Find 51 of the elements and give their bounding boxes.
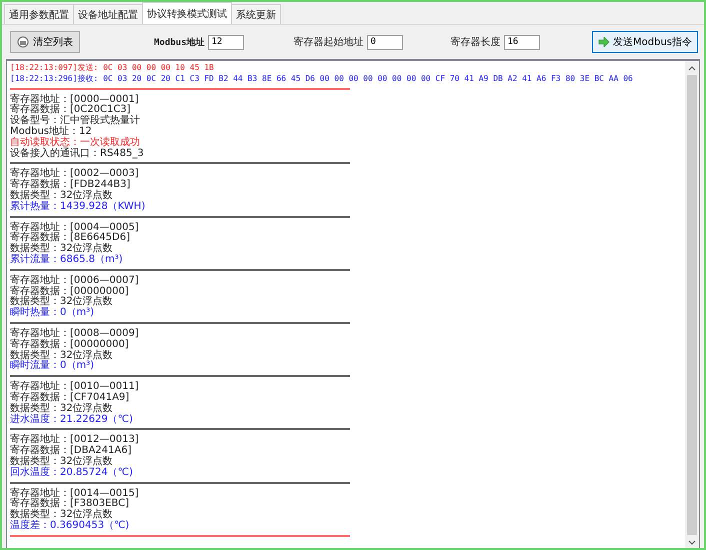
log-line: 进水温度：21.22629（℃): [10, 414, 134, 426]
log-line: 寄存器数据：[0C20C1C3]: [10, 105, 131, 116]
log-line: 累计流量：6865.8（m³): [10, 254, 124, 266]
clear-list-button[interactable]: 清空列表: [10, 31, 80, 53]
log-line: 数据类型：32位浮点数: [10, 456, 114, 467]
scrollbar[interactable]: [685, 61, 699, 548]
log-line: 数据类型：32位浮点数: [10, 510, 114, 520]
log-line: 寄存器数据：[8E6645D6]: [10, 233, 131, 244]
log-line: 寄存器地址：[0010—0011]: [10, 382, 140, 392]
field-label: 寄存器起始地址: [294, 36, 364, 49]
log-line: 寄存器数据：[00000000]: [10, 340, 130, 350]
log-line: 回水温度：20.85724（℃): [10, 468, 134, 478]
log-line: 瞬时流量：0（m³): [10, 361, 96, 372]
modbus-address-field[interactable]: 12: [208, 34, 244, 50]
log-line: 瞬时热量：0（m³): [10, 308, 96, 319]
log-line: 寄存器地址：[0008—0009]: [10, 328, 140, 339]
tab[interactable]: 协议转换模式测试: [142, 2, 232, 24]
log-line: 寄存器地址：[0002—0003]: [10, 169, 140, 180]
register-length-field[interactable]: 16: [504, 34, 540, 50]
log-line: 数据类型：32位浮点数: [10, 244, 113, 254]
log-line: 寄存器地址：[0012—0013]: [10, 435, 140, 446]
log-line: Modbus地址：12: [10, 126, 93, 137]
log-line: 寄存器数据：[F3803EBC]: [10, 499, 130, 510]
send-command-button[interactable]: 发送Modbus指令: [592, 31, 698, 53]
arrow-icon: [598, 37, 610, 47]
field-label: Modbus地址: [154, 36, 205, 48]
log-line: 寄存器数据：[FDB244B3]: [10, 180, 132, 190]
log-line: 数据类型：32位浮点数: [10, 190, 114, 201]
log-line: 寄存器地址：[0006—0007]: [10, 276, 140, 286]
log-line: 寄存器地址：[0004—0005]: [10, 222, 140, 233]
scroll-down-icon[interactable]: [688, 540, 696, 544]
log-line: 寄存器数据：[DBA241A6]: [10, 446, 132, 456]
scroll-up-icon[interactable]: [688, 66, 696, 70]
log-message: [18:22:13:097]发送: 0C 03 00 00 00 10 45 1B: [10, 63, 215, 74]
log-line: 寄存器数据：[CF7041A9]: [10, 392, 130, 403]
log-line: 寄存器地址：[0014—0015]: [10, 488, 140, 498]
log-line: 自动读取状态：一次读取成功: [10, 138, 141, 148]
log-line: 数据类型：32位浮点数: [10, 350, 114, 361]
tab[interactable]: 通用参数配置: [4, 4, 74, 24]
log-line: 数据类型：32位浮点数: [10, 297, 114, 308]
log-line: 累计热量：1439.928（KWH): [10, 202, 146, 213]
log-line: 温度差：0.3690453（℃): [10, 520, 130, 532]
log-message: [18:22:13:296]接收: 0C 03 20 0C 20 C1 C3 FD B2 44 B3 8E 66 45 D6 00 00 00 00 00 00 00 00 CF 70 41 A9 DB A2 41 A6 F3 80 3E BC AA 06: [10, 74, 634, 85]
tab[interactable]: 系统更新: [231, 4, 281, 24]
log-line: 设备接入的通讯口：RS485_3: [10, 148, 145, 160]
log-line: 数据类型：32位浮点数: [10, 404, 114, 414]
start-address-field[interactable]: 0: [366, 34, 403, 50]
log-line: 寄存器数据：[00000000]: [10, 286, 130, 297]
log-line: 设备型号：汇中管段式热量计: [10, 116, 141, 126]
log-line: 寄存器地址：[0000—0001]: [10, 94, 140, 105]
field-label: 寄存器长度: [450, 36, 501, 49]
